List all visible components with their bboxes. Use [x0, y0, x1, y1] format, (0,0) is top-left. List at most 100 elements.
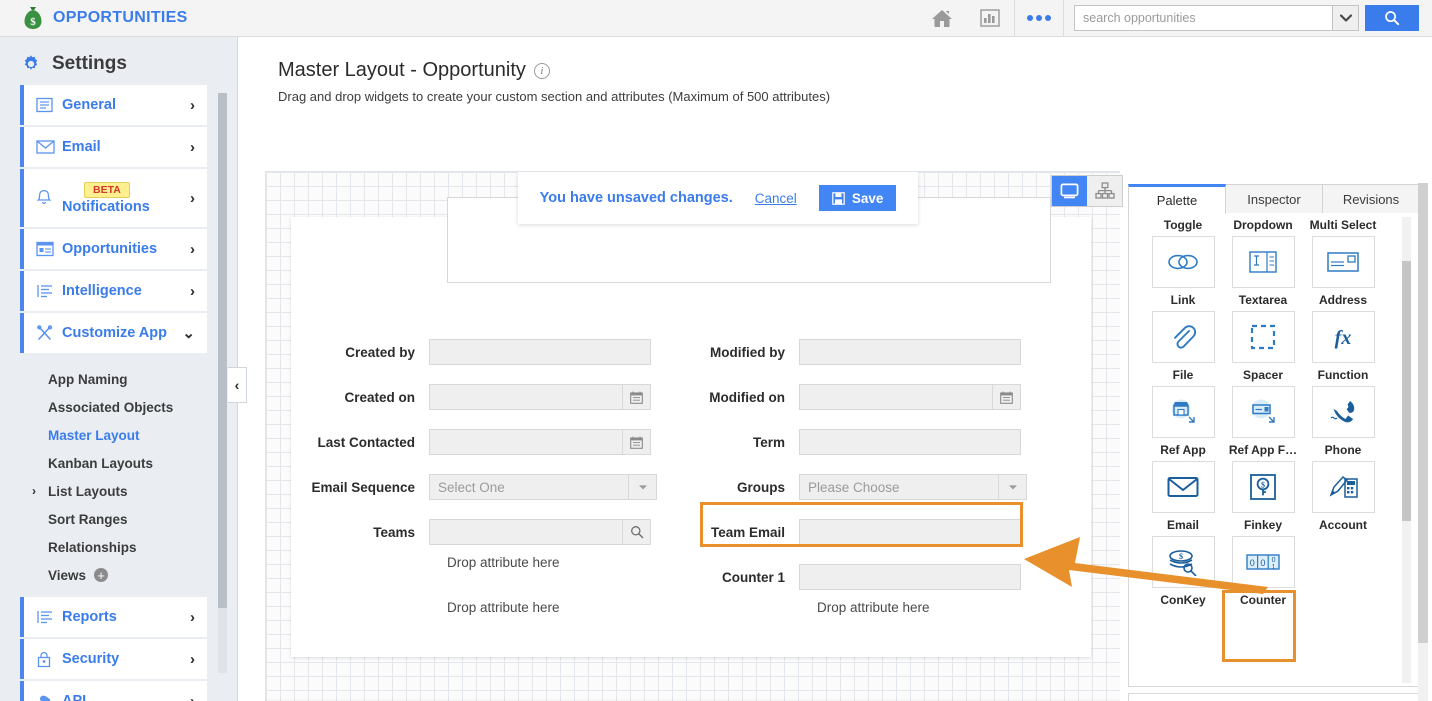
sidebar-collapse-handle[interactable]: ‹: [228, 367, 247, 403]
palette-item-account[interactable]: Account: [1303, 461, 1383, 536]
groups-select[interactable]: Please Choose: [799, 474, 999, 500]
field-label: Last Contacted: [291, 435, 429, 450]
sidebar-item-master-layout[interactable]: Master Layout: [0, 421, 207, 449]
top-navbar: $ OPPORTUNITIES: [0, 0, 1432, 37]
tab-palette[interactable]: Palette: [1128, 184, 1226, 214]
desktop-view-icon[interactable]: [1052, 176, 1087, 206]
right-panel-scrollbar-thumb[interactable]: [1418, 183, 1428, 643]
search-button[interactable]: [1365, 5, 1419, 31]
palette-item-function[interactable]: fx Function: [1303, 311, 1383, 386]
sidebar-scrollbar-thumb[interactable]: [218, 93, 227, 608]
palette-item-finkey[interactable]: $ Finkey: [1223, 461, 1303, 536]
sidebar-item-customize-app[interactable]: Customize App ⌄: [20, 313, 207, 353]
cancel-link[interactable]: Cancel: [755, 191, 797, 206]
palette-item-conkey[interactable]: $ ConKey: [1143, 536, 1223, 611]
created-on-input[interactable]: [429, 384, 623, 410]
home-icon[interactable]: [918, 0, 966, 37]
sidebar-item-notifications[interactable]: BETA Notifications ›: [20, 169, 207, 227]
sidebar-item-general[interactable]: General ›: [20, 85, 207, 125]
palette-item-file[interactable]: File: [1143, 311, 1223, 386]
address-icon[interactable]: [1312, 236, 1375, 288]
sidebar-item-opportunities[interactable]: Opportunities ›: [20, 229, 207, 269]
save-button[interactable]: Save: [819, 185, 897, 211]
sidebar-item-kanban-layouts[interactable]: Kanban Layouts: [0, 449, 207, 477]
calendar-icon[interactable]: [993, 384, 1021, 410]
paperclip-icon[interactable]: [1152, 311, 1215, 363]
svg-text:$: $: [30, 16, 36, 28]
sidebar-item-sort-ranges[interactable]: Sort Ranges: [0, 505, 207, 533]
ref-app-icon[interactable]: [1152, 386, 1215, 438]
chevron-down-icon[interactable]: [629, 474, 657, 500]
tab-inspector[interactable]: Inspector: [1226, 184, 1323, 213]
sidebar-item-email[interactable]: Email ›: [20, 127, 207, 167]
sidebar-item-security[interactable]: Security ›: [20, 639, 207, 679]
teams-input[interactable]: [429, 519, 623, 545]
unsaved-message: You have unsaved changes.: [540, 190, 733, 206]
last-contacted-input[interactable]: [429, 429, 623, 455]
sidebar-item-relationships[interactable]: Relationships: [0, 533, 207, 561]
info-icon[interactable]: i: [534, 63, 550, 79]
sidebar-item-associated-objects[interactable]: Associated Objects: [0, 393, 207, 421]
finkey-icon[interactable]: $: [1232, 461, 1295, 513]
chart-icon[interactable]: [966, 0, 1014, 37]
sidebar-item-api[interactable]: API ›: [20, 681, 207, 701]
sub-item-label: Associated Objects: [48, 400, 173, 415]
search-icon[interactable]: [623, 519, 651, 545]
counter-icon[interactable]: 0 0 0 1: [1232, 536, 1295, 588]
palette-footer-strip: [1128, 693, 1420, 701]
palette-item-email[interactable]: Email: [1143, 461, 1223, 536]
sidebar-item-reports[interactable]: Reports ›: [20, 597, 207, 637]
layout-canvas[interactable]: You have unsaved changes. Cancel Save: [265, 171, 1141, 701]
palette-scrollbar-thumb[interactable]: [1402, 261, 1411, 521]
drop-zone-right-1[interactable]: Drop attribute here: [817, 600, 930, 615]
term-input[interactable]: [799, 429, 1021, 455]
sidebar-item-intelligence[interactable]: Intelligence ›: [20, 271, 207, 311]
phone-icon[interactable]: [1312, 386, 1375, 438]
calendar-icon[interactable]: [623, 384, 651, 410]
link-icon[interactable]: [1152, 236, 1215, 288]
form-row-last-contacted: Last Contacted: [291, 429, 651, 455]
palette-item-link[interactable]: Link: [1143, 236, 1223, 311]
sidebar-item-list-layouts[interactable]: › List Layouts: [0, 477, 207, 505]
spacer-icon[interactable]: [1232, 311, 1295, 363]
account-icon[interactable]: [1312, 461, 1375, 513]
calendar-icon[interactable]: [623, 429, 651, 455]
sidebar-scroll-area: General › Email › BETA Noti: [0, 85, 237, 685]
palette-item-address[interactable]: Address: [1303, 236, 1383, 311]
palette-item-spacer[interactable]: Spacer: [1223, 311, 1303, 386]
modified-on-input[interactable]: [799, 384, 993, 410]
textarea-icon[interactable]: [1232, 236, 1295, 288]
ref-app-field-icon[interactable]: [1232, 386, 1295, 438]
palette-item-toggle[interactable]: Toggle: [1143, 213, 1223, 236]
sidebar-item-label: Opportunities: [62, 241, 190, 257]
lock-icon: [36, 651, 62, 668]
sidebar-item-views[interactable]: Views +: [0, 561, 207, 589]
search-input[interactable]: [1074, 5, 1332, 31]
palette-item-textarea[interactable]: Textarea: [1223, 236, 1303, 311]
palette-item-phone[interactable]: Phone: [1303, 386, 1383, 461]
palette-item-ref-app-field[interactable]: Ref App F…: [1223, 386, 1303, 461]
modified-by-input[interactable]: [799, 339, 1021, 365]
sidebar-item-app-naming[interactable]: App Naming: [0, 365, 207, 393]
chevron-right-icon: ›: [190, 190, 207, 207]
palette-item-ref-app[interactable]: Ref App: [1143, 386, 1223, 461]
search-scope-dropdown[interactable]: [1332, 5, 1359, 31]
conkey-icon[interactable]: $: [1152, 536, 1215, 588]
palette-item-multi-select[interactable]: Multi Select: [1303, 213, 1383, 236]
email-sequence-select[interactable]: Select One: [429, 474, 629, 500]
function-fx-icon[interactable]: fx: [1312, 311, 1375, 363]
drop-zone-left-1[interactable]: Drop attribute here: [447, 555, 560, 570]
palette-item-dropdown[interactable]: Dropdown: [1223, 213, 1303, 236]
created-by-input[interactable]: [429, 339, 651, 365]
more-dots-icon[interactable]: [1015, 0, 1063, 37]
chevron-down-icon[interactable]: [999, 474, 1027, 500]
field-label: Modified by: [661, 345, 799, 360]
tree-view-icon[interactable]: [1087, 176, 1122, 206]
envelope-icon[interactable]: [1152, 461, 1215, 513]
tab-revisions[interactable]: Revisions: [1323, 184, 1420, 213]
drop-zone-left-2[interactable]: Drop attribute here: [447, 600, 560, 615]
palette-item-label: Dropdown: [1233, 213, 1292, 236]
brand[interactable]: $ OPPORTUNITIES: [0, 6, 188, 30]
counter-1-input[interactable]: [799, 564, 1021, 590]
add-view-icon[interactable]: +: [94, 568, 108, 582]
